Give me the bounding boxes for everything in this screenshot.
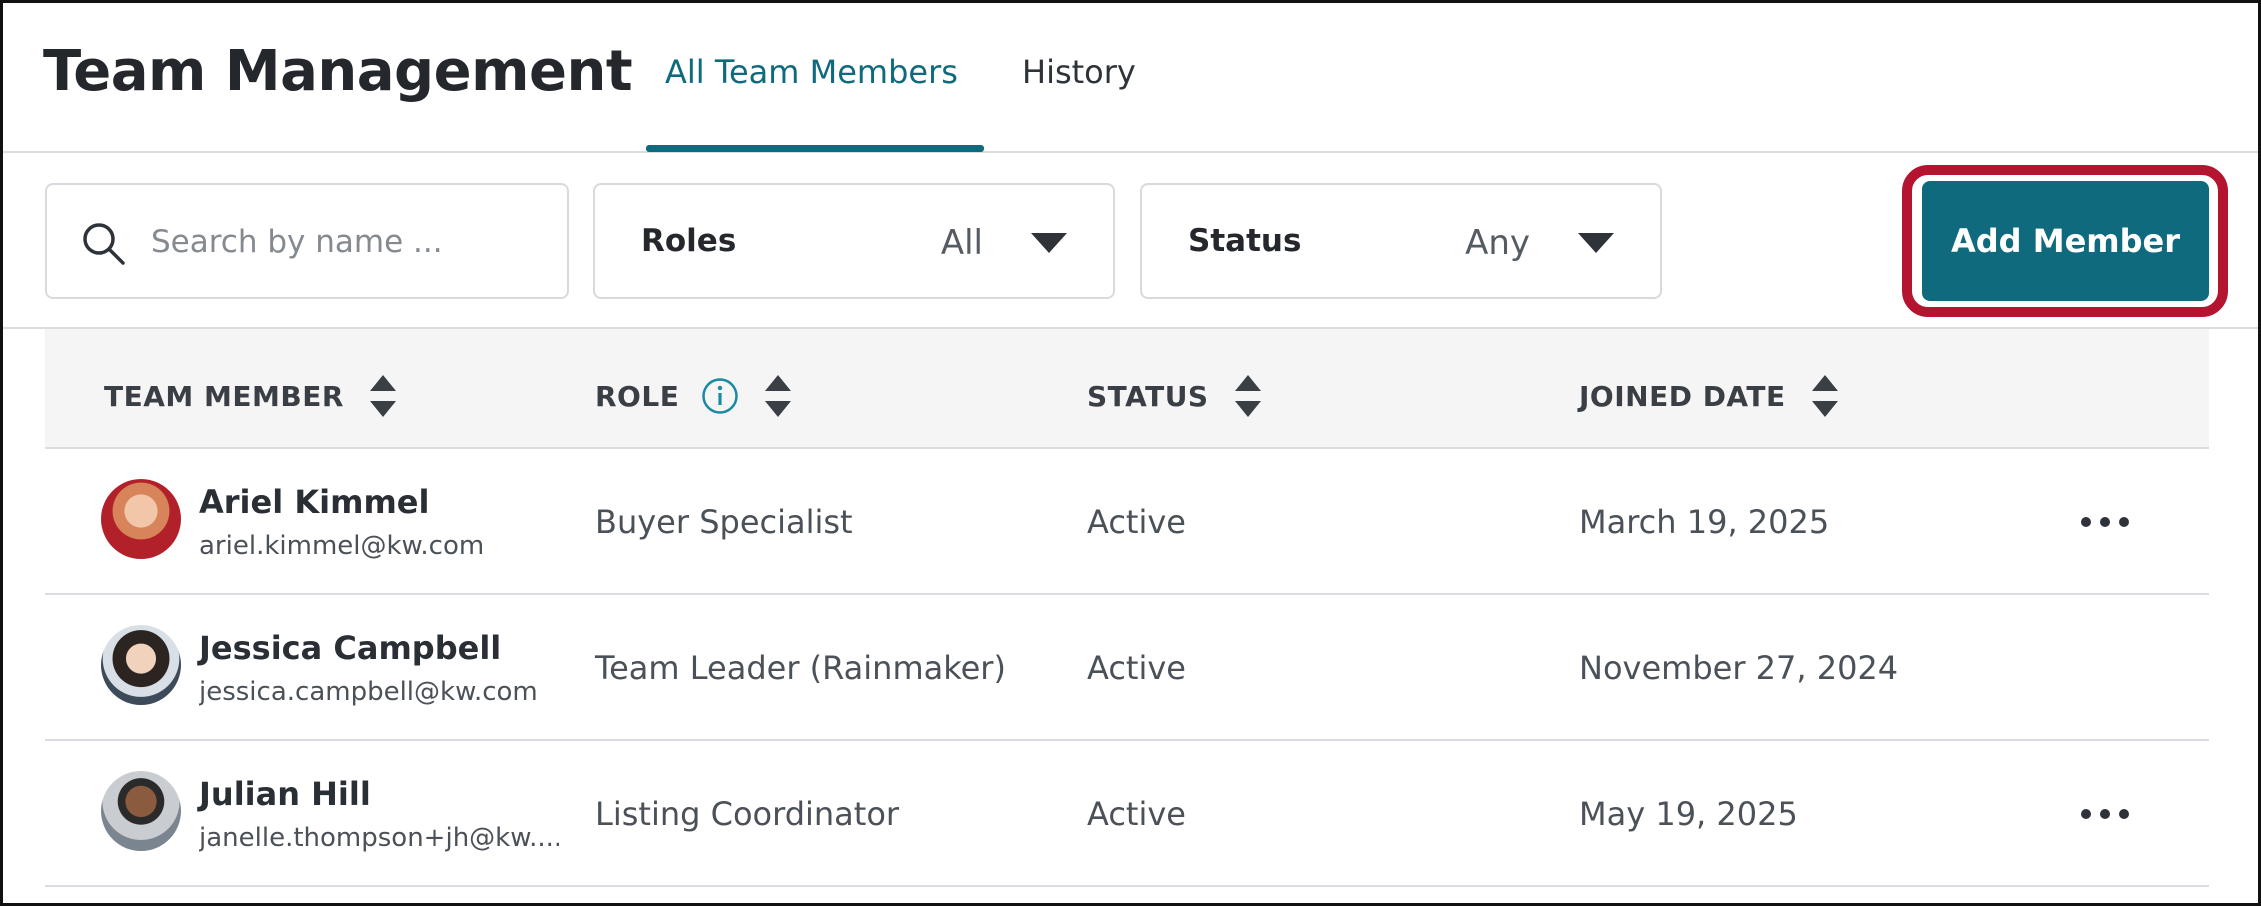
- more-options-icon[interactable]: [2077, 507, 2133, 537]
- avatar: [101, 479, 181, 559]
- table-row[interactable]: Ariel Kimmel ariel.kimmel@kw.com Buyer S…: [45, 449, 2209, 595]
- table-header: TEAM MEMBER ROLE STATUS JOINED DATE: [45, 329, 2209, 449]
- roles-filter-dropdown[interactable]: Roles All: [593, 183, 1115, 299]
- sort-icon[interactable]: [1810, 373, 1840, 419]
- member-name: Ariel Kimmel: [199, 483, 430, 521]
- member-joined-date: March 19, 2025: [1579, 503, 1830, 541]
- table-row[interactable]: Julian Hill janelle.thompson+jh@kw.... L…: [45, 741, 2209, 887]
- search-icon: [83, 223, 125, 265]
- column-header-role[interactable]: ROLE: [595, 373, 793, 419]
- member-role: Team Leader (Rainmaker): [595, 649, 1006, 687]
- roles-filter-label: Roles: [641, 223, 737, 259]
- status-filter-label: Status: [1188, 223, 1302, 259]
- search-box[interactable]: [45, 183, 569, 299]
- roles-filter-value: All: [940, 223, 983, 263]
- member-joined-date: November 27, 2024: [1579, 649, 1899, 687]
- member-status: Active: [1087, 503, 1186, 541]
- member-email: ariel.kimmel@kw.com: [199, 531, 485, 561]
- member-email: jessica.campbell@kw.com: [199, 677, 538, 707]
- sort-icon[interactable]: [763, 373, 793, 419]
- member-email: janelle.thompson+jh@kw....: [199, 823, 559, 853]
- app-window: Team Management All Team Members History…: [0, 0, 2261, 906]
- member-joined-date: May 19, 2025: [1579, 795, 1798, 833]
- add-member-button[interactable]: Add Member: [1922, 181, 2209, 301]
- column-header-label: STATUS: [1087, 379, 1209, 413]
- member-status: Active: [1087, 795, 1186, 833]
- caret-down-icon: [1578, 233, 1614, 253]
- table-row[interactable]: Jessica Campbell jessica.campbell@kw.com…: [45, 595, 2209, 741]
- member-name: Julian Hill: [199, 775, 371, 813]
- member-status: Active: [1087, 649, 1186, 687]
- tab-all-team-members[interactable]: All Team Members: [665, 53, 958, 91]
- member-name: Jessica Campbell: [199, 629, 502, 667]
- page-header: Team Management All Team Members History: [3, 3, 2258, 153]
- team-members-table: TEAM MEMBER ROLE STATUS JOINED DATE Arie…: [45, 329, 2209, 887]
- avatar: [101, 625, 181, 705]
- column-header-team-member[interactable]: TEAM MEMBER: [104, 373, 398, 419]
- status-filter-value: Any: [1465, 223, 1530, 263]
- more-options-icon[interactable]: [2077, 799, 2133, 829]
- search-input[interactable]: [151, 215, 551, 269]
- sort-icon[interactable]: [1233, 373, 1263, 419]
- tab-history[interactable]: History: [1022, 53, 1136, 91]
- column-header-status[interactable]: STATUS: [1087, 373, 1263, 419]
- avatar: [101, 771, 181, 851]
- page-title: Team Management: [43, 39, 633, 104]
- column-header-label: ROLE: [595, 379, 680, 413]
- caret-down-icon: [1031, 233, 1067, 253]
- sort-icon[interactable]: [368, 373, 398, 419]
- column-header-joined-date[interactable]: JOINED DATE: [1579, 373, 1840, 419]
- filter-toolbar: Roles All Status Any Add Member: [3, 153, 2258, 329]
- status-filter-dropdown[interactable]: Status Any: [1140, 183, 1662, 299]
- column-header-label: JOINED DATE: [1579, 379, 1786, 413]
- member-role: Buyer Specialist: [595, 503, 853, 541]
- member-role: Listing Coordinator: [595, 795, 900, 833]
- active-tab-indicator: [646, 145, 984, 152]
- column-header-label: TEAM MEMBER: [104, 379, 344, 413]
- info-icon[interactable]: [701, 377, 739, 415]
